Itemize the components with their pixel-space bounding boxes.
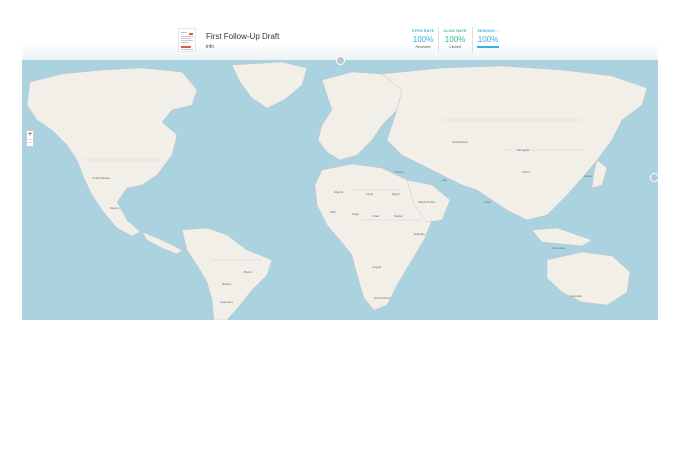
- sending-progress-bar: [477, 46, 499, 48]
- click-rate-label: CLICK RATE: [443, 29, 467, 33]
- label-libya: Libya: [366, 192, 374, 196]
- label-mexico: Mexico: [110, 206, 120, 210]
- click-rate-metric: CLICK RATE 100% Clicked: [438, 29, 472, 49]
- label-angola: Angola: [372, 265, 382, 269]
- open-rate-metric: OPEN RATE 100% Received: [406, 29, 440, 49]
- zoom-out-button[interactable]: −: [27, 139, 33, 148]
- click-rate-value: 100%: [444, 35, 466, 44]
- label-china: China: [522, 170, 530, 174]
- label-argentina: Argentina: [220, 300, 233, 304]
- world-map[interactable]: United States Mexico Brazil Bolivia Arge…: [22, 60, 658, 320]
- map-resize-handle-right[interactable]: [650, 173, 659, 182]
- click-rate-sub: Clicked: [449, 45, 461, 49]
- label-united-states: United States: [92, 176, 111, 180]
- label-india: India: [484, 200, 491, 204]
- label-iran: Iran: [442, 178, 448, 182]
- label-south-africa: South Africa: [374, 296, 391, 300]
- label-bolivia: Bolivia: [222, 282, 231, 286]
- label-mongolia: Mongolia: [517, 148, 530, 152]
- label-turkiye: Türkiye: [394, 170, 404, 174]
- label-egypt: Egypt: [392, 192, 400, 196]
- open-rate-sub: Received: [415, 45, 431, 49]
- label-algeria: Algeria: [334, 190, 344, 194]
- sending-metric: SENDING... 100%: [471, 29, 505, 48]
- open-rate-label: OPEN RATE: [411, 29, 435, 33]
- zoom-in-button[interactable]: +: [27, 131, 33, 139]
- sending-label: SENDING...: [477, 29, 499, 33]
- label-chad: Chad: [372, 214, 380, 218]
- label-niger: Niger: [352, 212, 360, 216]
- email-preview-thumbnail[interactable]: [178, 28, 196, 52]
- campaign-title: First Follow-Up Draft: [206, 32, 280, 41]
- label-mali: Mali: [330, 210, 336, 214]
- label-indonesia: Indonesia: [552, 246, 566, 250]
- label-kazakhstan: Kazakhstan: [452, 140, 468, 144]
- map-resize-handle-top[interactable]: [336, 56, 345, 65]
- label-japan: Japan: [584, 174, 593, 178]
- label-sudan: Sudan: [394, 214, 403, 218]
- campaign-subtitle[interactable]: info: [206, 44, 214, 50]
- report-header: [22, 22, 658, 60]
- label-brazil: Brazil: [244, 270, 252, 274]
- sending-value: 100%: [477, 35, 499, 44]
- label-australia: Australia: [570, 294, 582, 298]
- open-rate-value: 100%: [412, 35, 434, 44]
- label-ethiopia: Ethiopia: [414, 232, 425, 236]
- label-saudi-arabia: Saudi Arabia: [418, 200, 436, 204]
- map-zoom-control: + −: [26, 130, 34, 147]
